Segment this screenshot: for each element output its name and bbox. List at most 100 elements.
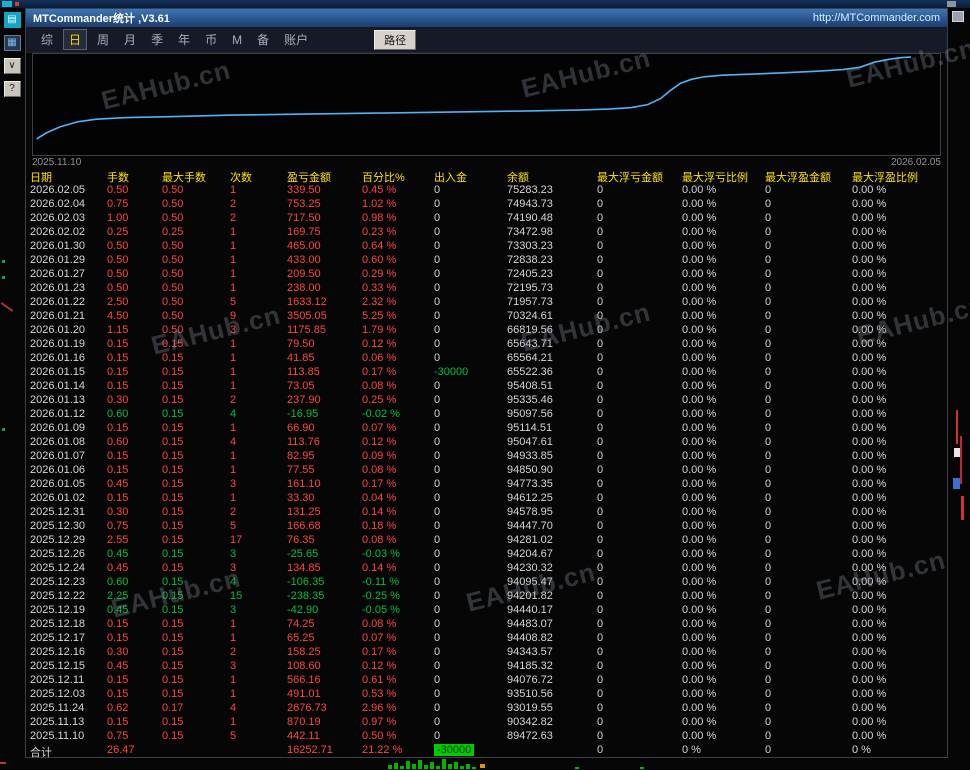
- mtcommander-panel: MTCommander统计 ,V3.61 http://MTCommander.…: [25, 8, 948, 758]
- cell-max-floating-profit: 0: [765, 520, 772, 532]
- background-volume-fragment: [0, 762, 6, 764]
- cell-trades: 1: [230, 380, 237, 392]
- cell-trades: 2: [230, 198, 237, 210]
- cell-percent: 1.79 %: [362, 324, 397, 336]
- table-row: 2026.01.08 0.60 0.15 4 113.76 0.12 % 0 95047.61…: [28, 436, 947, 450]
- background-volume-bar: [460, 766, 464, 769]
- cell-trades: 4: [230, 576, 237, 588]
- cell-date: 2026.01.09: [30, 422, 86, 434]
- tab-备[interactable]: 备: [252, 30, 274, 49]
- table-row: 2025.12.03 0.15 0.15 1 491.01 0.53 % 0 93510.56…: [28, 688, 947, 702]
- cell-pnl: 41.85: [287, 352, 315, 364]
- cell-lots: 0.60: [107, 408, 129, 420]
- cell-deposit: 0: [434, 478, 441, 490]
- cell-date: 2026.01.21: [30, 310, 86, 322]
- cell-max-floating-loss-pct: 0.00 %: [682, 716, 717, 728]
- cell-balance: 73472.98: [507, 226, 553, 238]
- grid-widget-icon[interactable]: ▦: [3, 35, 21, 51]
- table-row: 2026.01.14 0.15 0.15 1 73.05 0.08 % 0 95408.51 0…: [28, 380, 947, 394]
- cell-max-floating-loss-pct: 0.00 %: [682, 576, 717, 588]
- cell-max-floating-loss-pct: 0.00 %: [682, 492, 717, 504]
- cell-max-floating-loss-pct: 0.00 %: [682, 282, 717, 294]
- cell-deposit: 0: [434, 212, 441, 224]
- cell-max-lots: 0.15: [162, 576, 184, 588]
- tab-账户[interactable]: 账户: [279, 30, 313, 49]
- cell-deposit: 0: [434, 548, 441, 560]
- cell-max-lots: 0.50: [162, 254, 184, 266]
- cell-max-lots: 0.50: [162, 268, 184, 280]
- cell-percent: 0.08 %: [362, 464, 397, 476]
- tab-M[interactable]: M: [227, 32, 247, 48]
- tab-周[interactable]: 周: [92, 30, 114, 49]
- help-button[interactable]: ?: [3, 81, 21, 97]
- tab-季[interactable]: 季: [146, 30, 168, 49]
- total-cell-max-floating-loss-pct: 0 %: [682, 744, 701, 756]
- column-header-11: 最大浮盈比例: [852, 172, 918, 184]
- cell-max-floating-profit-pct: 0.00 %: [852, 352, 887, 364]
- cell-max-floating-profit: 0: [765, 688, 772, 700]
- background-candle-fragment: [953, 478, 960, 489]
- cell-max-floating-loss-pct: 0.00 %: [682, 352, 717, 364]
- background-volume-bar: [406, 761, 410, 769]
- cell-balance: 90342.82: [507, 716, 553, 728]
- table-row: 2026.01.16 0.15 0.15 1 41.85 0.06 % 0 65564.21 0…: [28, 352, 947, 366]
- cell-deposit: -30000: [434, 366, 469, 378]
- path-button[interactable]: 路径: [374, 29, 417, 50]
- cell-lots: 0.25: [107, 226, 129, 238]
- cell-lots: 0.75: [107, 730, 129, 742]
- cell-max-lots: 0.15: [162, 548, 184, 560]
- cell-trades: 1: [230, 464, 237, 476]
- background-candle-fragment: [961, 496, 964, 520]
- cell-lots: 0.15: [107, 464, 129, 476]
- total-cell-max-floating-loss: 0: [597, 744, 604, 756]
- cell-max-floating-profit-pct: 0.00 %: [852, 450, 887, 462]
- cell-deposit: 0: [434, 408, 441, 420]
- cell-balance: 65643.71: [507, 338, 553, 350]
- cell-max-floating-profit-pct: 0.00 %: [852, 226, 887, 238]
- panel-titlebar[interactable]: MTCommander统计 ,V3.61 http://MTCommander.…: [26, 9, 947, 27]
- cell-max-floating-loss-pct: 0.00 %: [682, 646, 717, 658]
- cell-deposit: 0: [434, 646, 441, 658]
- cell-deposit: 0: [434, 450, 441, 462]
- cell-max-floating-loss: 0: [597, 618, 604, 630]
- background-volume-bar: [448, 764, 452, 769]
- cell-percent: 0.97 %: [362, 716, 397, 728]
- cell-pnl: 465.00: [287, 240, 321, 252]
- background-candle-fragment: [960, 436, 962, 484]
- tab-综[interactable]: 综: [36, 30, 58, 49]
- cell-date: 2025.11.10: [30, 730, 85, 742]
- cell-max-floating-loss: 0: [597, 478, 604, 490]
- cell-max-lots: 0.15: [162, 730, 184, 742]
- tab-年[interactable]: 年: [173, 30, 195, 49]
- tab-币[interactable]: 币: [200, 30, 222, 49]
- chart-widget-icon[interactable]: ▤: [3, 12, 21, 28]
- cell-max-floating-profit: 0: [765, 226, 772, 238]
- total-cell-date: 合计: [30, 747, 52, 758]
- cell-max-lots: 0.15: [162, 604, 184, 616]
- tab-日[interactable]: 日: [63, 29, 88, 50]
- cell-trades: 1: [230, 338, 237, 350]
- cell-max-floating-loss: 0: [597, 450, 604, 462]
- cell-max-floating-profit-pct: 0.00 %: [852, 730, 887, 742]
- chart-date-range: 2025.11.10 2026.02.05: [32, 157, 941, 169]
- cell-max-floating-loss: 0: [597, 380, 604, 392]
- background-volume-bar: [454, 762, 458, 769]
- cell-balance: 94483.07: [507, 618, 553, 630]
- cell-max-lots: 0.15: [162, 688, 184, 700]
- cell-max-lots: 0.50: [162, 310, 184, 322]
- cell-pnl: 491.01: [287, 688, 321, 700]
- cell-max-floating-profit-pct: 0.00 %: [852, 338, 887, 350]
- cell-deposit: 0: [434, 688, 441, 700]
- cell-max-floating-profit: 0: [765, 492, 772, 504]
- background-volume-fragment: [480, 764, 485, 768]
- cell-max-floating-loss: 0: [597, 366, 604, 378]
- cell-trades: 17: [230, 534, 243, 546]
- cell-max-floating-loss: 0: [597, 506, 604, 518]
- cell-max-lots: 0.15: [162, 464, 184, 476]
- cell-date: 2025.12.31: [30, 506, 86, 518]
- cell-max-floating-profit-pct: 0.00 %: [852, 254, 887, 266]
- tab-月[interactable]: 月: [119, 30, 141, 49]
- collapse-button[interactable]: ∨: [3, 58, 21, 74]
- cell-max-floating-profit-pct: 0.00 %: [852, 646, 887, 658]
- panel-url-link[interactable]: http://MTCommander.com: [813, 12, 940, 24]
